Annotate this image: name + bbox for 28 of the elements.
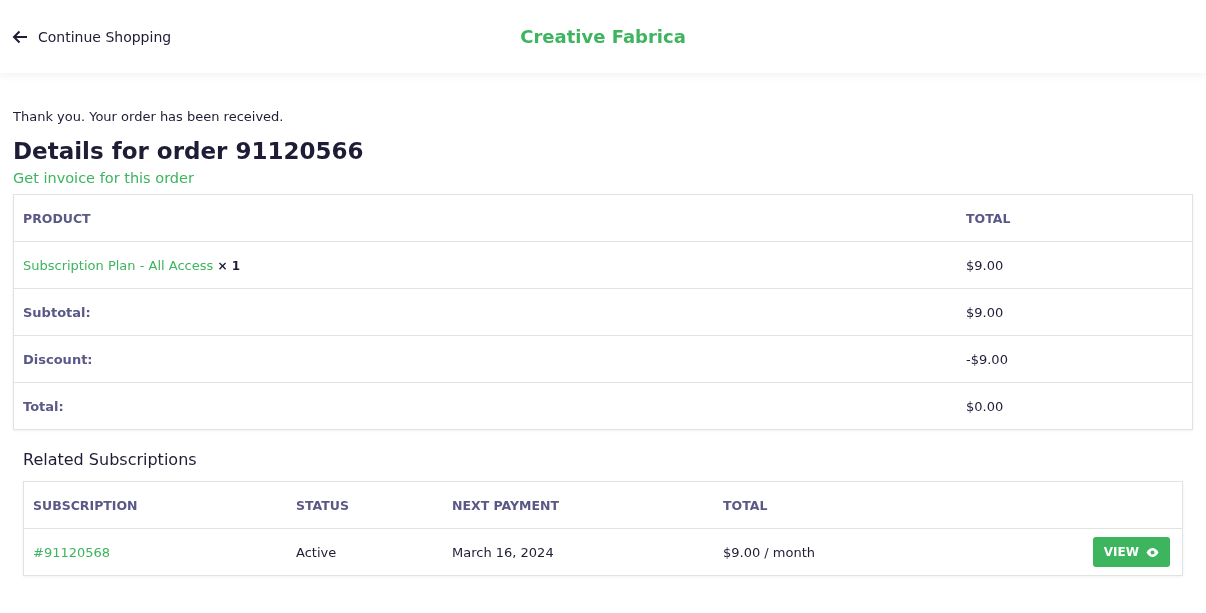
amount: $9.00 — [966, 304, 1004, 320]
column-header: TOTAL — [723, 497, 768, 513]
quantity: × 1 — [217, 258, 240, 273]
column-header: TOTAL — [966, 210, 1011, 226]
amount: -$9.00 — [966, 351, 1008, 367]
amount: $0.00 — [966, 398, 1004, 414]
summary-label: Discount: — [23, 351, 93, 367]
column-header: NEXT PAYMENT — [452, 497, 560, 513]
column-header: PRODUCT — [23, 210, 91, 226]
back-arrow-icon — [12, 29, 28, 44]
view-button[interactable]: VIEW — [1092, 537, 1170, 567]
column-header: SUBSCRIPTION — [33, 497, 138, 513]
product-link[interactable]: Subscription Plan - All Access — [23, 257, 214, 273]
next-payment-date: March 16, 2024 — [452, 544, 554, 560]
subscription-status: Active — [296, 544, 337, 560]
eye-icon — [1146, 547, 1159, 557]
summary-label: Subtotal: — [23, 304, 91, 320]
related-subscriptions-heading: Related Subscriptions — [23, 450, 198, 469]
invoice-link[interactable]: Get invoice for this order — [13, 170, 194, 186]
amount: $9.00 — [966, 257, 1004, 273]
order-received-message: Thank you. Your order has been received. — [13, 109, 285, 124]
column-header: STATUS — [296, 497, 349, 513]
order-title: Details for order 91120566 — [13, 138, 365, 164]
summary-label: Total: — [23, 398, 64, 414]
brand-logo[interactable]: Creative Fabrica — [520, 26, 686, 47]
subscription-link[interactable]: #91120568 — [33, 544, 111, 560]
continue-shopping-link[interactable]: Continue Shopping — [12, 28, 521, 45]
subscription-total: $9.00 / month — [723, 544, 816, 560]
